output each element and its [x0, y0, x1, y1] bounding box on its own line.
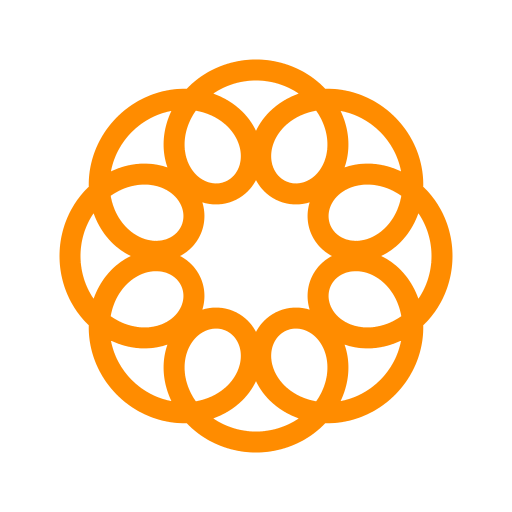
petal-loops	[59, 59, 453, 453]
logo-canvas	[0, 0, 512, 512]
orange-looped-flower-icon	[59, 59, 453, 453]
loop-stroke	[59, 59, 453, 453]
